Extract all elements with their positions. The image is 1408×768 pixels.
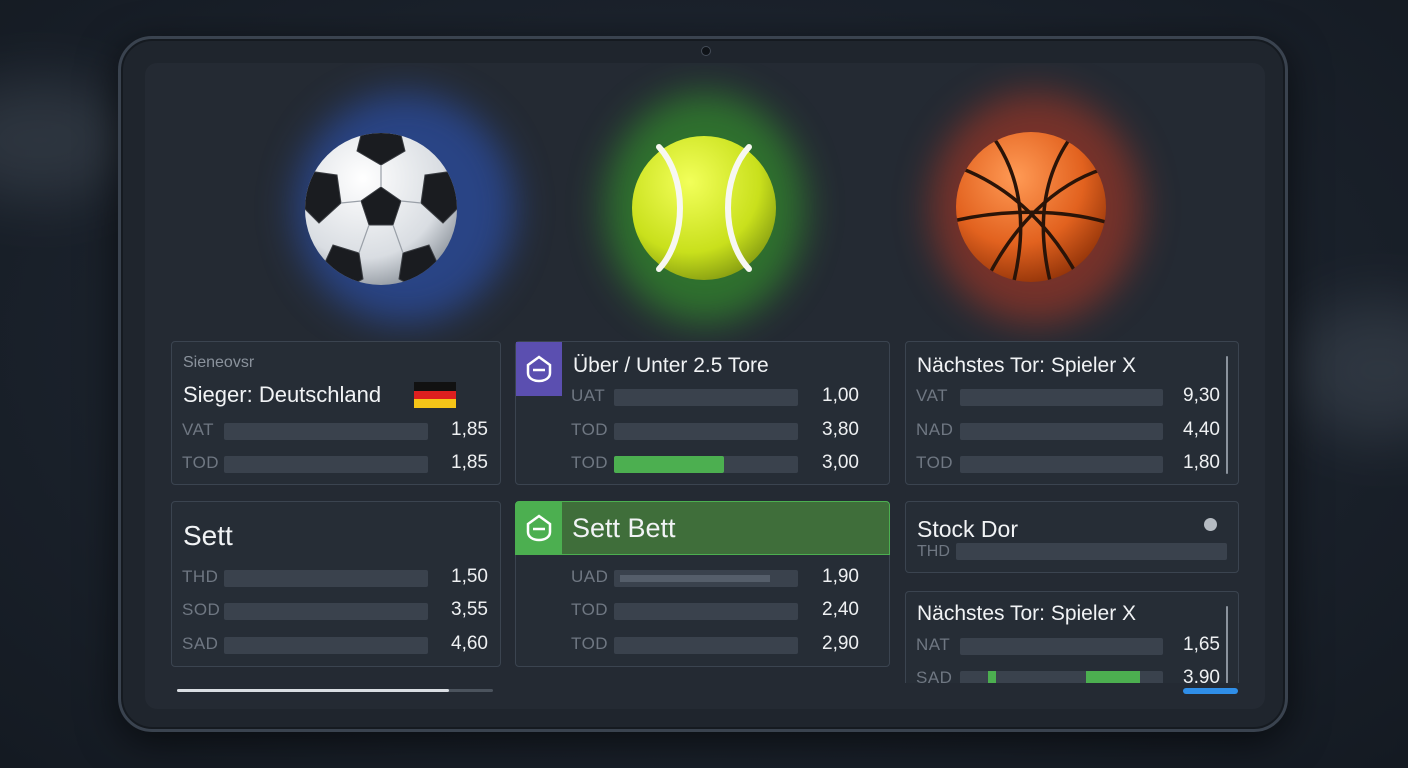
odds-value: 3,55 bbox=[451, 599, 488, 620]
odds-label: UAT bbox=[571, 386, 606, 405]
odds-value: 1,80 bbox=[1183, 452, 1220, 473]
odds-row[interactable]: THD 1,50 bbox=[172, 566, 500, 588]
odds-label: NAT bbox=[916, 635, 951, 654]
odds-bar-inner bbox=[620, 575, 770, 582]
odds-row[interactable]: TOD 2,90 bbox=[516, 633, 889, 655]
odds-bar bbox=[224, 570, 428, 587]
odds-value: 3,00 bbox=[822, 452, 859, 473]
odds-bar bbox=[960, 389, 1163, 406]
soccer-ball-icon[interactable] bbox=[303, 131, 459, 287]
odds-bar bbox=[614, 637, 798, 654]
card-title: Sett Bett bbox=[572, 513, 676, 543]
germany-flag-icon bbox=[414, 382, 456, 408]
odds-bar bbox=[960, 456, 1163, 473]
odds-value: 1,65 bbox=[1183, 634, 1220, 655]
odds-bar bbox=[224, 603, 428, 620]
card-title: Sieger: Deutschland bbox=[183, 382, 382, 407]
odds-value: 1,85 bbox=[451, 419, 488, 440]
bet-card-next-goal[interactable]: Nächstes Tor: Spieler X VAT 9,30 NAD 4,4… bbox=[905, 341, 1239, 485]
odds-bar bbox=[614, 423, 798, 440]
card-title: Über / Unter 2.5 Tore bbox=[573, 354, 769, 377]
bet-card-sett[interactable]: Sett THD 1,50 SOD 3,55 SAD 4,60 bbox=[171, 501, 501, 667]
card-subtitle: Sieneovsr bbox=[183, 354, 255, 371]
bet-card-next-goal-2[interactable]: Nächstes Tor: Spieler X NAT 1,65 SAD 3,9… bbox=[905, 591, 1239, 691]
odds-row[interactable]: UAT 1,00 bbox=[516, 385, 889, 407]
odds-value: 3,80 bbox=[822, 419, 859, 440]
odds-row[interactable]: VAT 9,30 bbox=[906, 385, 1238, 407]
tennis-ball-icon[interactable] bbox=[629, 133, 779, 283]
basketball-icon[interactable] bbox=[953, 129, 1109, 285]
odds-value: 1,90 bbox=[822, 566, 859, 587]
odds-value: 1,85 bbox=[451, 452, 488, 473]
bet-card-sett-bett[interactable]: Sett Bett UAD 1,90 TOD 2,40 TOD 2,90 bbox=[515, 501, 890, 667]
odds-bar bbox=[614, 603, 798, 620]
odds-label: THD bbox=[182, 567, 219, 586]
odds-fill bbox=[614, 456, 725, 473]
horizontal-scrollbar[interactable] bbox=[177, 689, 493, 692]
bet-card-over-under[interactable]: Über / Unter 2.5 Tore UAT 1,00 TOD 3,80 … bbox=[515, 341, 890, 485]
odds-row[interactable]: TOD 1,80 bbox=[906, 452, 1238, 474]
odds-label: TOD bbox=[916, 453, 954, 472]
card-fade bbox=[905, 683, 1239, 709]
odds-row[interactable]: TOD 1,85 bbox=[172, 452, 500, 474]
card-title: Stock Dor bbox=[917, 516, 1018, 542]
odds-row[interactable]: UAD 1,90 bbox=[516, 566, 889, 588]
odds-row[interactable]: SOD 3,55 bbox=[172, 599, 500, 621]
odds-label: SOD bbox=[182, 600, 221, 619]
bet-card-stock-dor[interactable]: Stock Dor THD bbox=[905, 501, 1239, 573]
odds-label: TOD bbox=[571, 453, 609, 472]
bet-card-winner[interactable]: Sieneovsr Sieger: Deutschland VAT 1,85 T… bbox=[171, 341, 501, 485]
odds-value: 4,40 bbox=[1183, 419, 1220, 440]
odds-bar bbox=[960, 423, 1163, 440]
odds-row[interactable]: SAD 4,60 bbox=[172, 633, 500, 655]
card-title: Nächstes Tor: Spieler X bbox=[917, 354, 1137, 377]
odds-bar bbox=[614, 389, 798, 406]
odds-row[interactable]: NAD 4,40 bbox=[906, 419, 1238, 441]
odds-label: VAT bbox=[182, 420, 215, 439]
page-indicator[interactable] bbox=[1183, 688, 1238, 694]
odds-value: 2,40 bbox=[822, 599, 859, 620]
odds-row[interactable]: TOD 3,80 bbox=[516, 419, 889, 441]
odds-bar bbox=[224, 456, 428, 473]
odds-bar bbox=[960, 638, 1163, 655]
card-title: Nächstes Tor: Spieler X bbox=[917, 602, 1137, 625]
odds-row[interactable]: TOD 2,40 bbox=[516, 599, 889, 621]
card-header[interactable]: Sett Bett bbox=[515, 501, 890, 555]
odds-label: VAT bbox=[916, 386, 949, 405]
odds-value: 1,00 bbox=[822, 385, 859, 406]
camera-dot bbox=[701, 46, 711, 56]
odds-row[interactable]: VAT 1,85 bbox=[172, 419, 500, 441]
odds-bar bbox=[224, 423, 428, 440]
odds-label: THD bbox=[917, 543, 950, 560]
tag-icon bbox=[516, 502, 562, 554]
odds-value: 9,30 bbox=[1183, 385, 1220, 406]
odds-bar bbox=[614, 570, 798, 587]
status-dot-icon bbox=[1204, 518, 1217, 531]
odds-row[interactable]: NAT 1,65 bbox=[906, 634, 1238, 656]
odds-bar bbox=[956, 543, 1227, 560]
odds-label: TOD bbox=[571, 420, 609, 439]
odds-label: SAD bbox=[182, 634, 219, 653]
odds-label: TOD bbox=[571, 600, 609, 619]
odds-label: NAD bbox=[916, 420, 954, 439]
scrollbar-thumb[interactable] bbox=[177, 689, 449, 692]
card-title: Sett bbox=[183, 520, 233, 551]
odds-label: UAD bbox=[571, 567, 609, 586]
odds-value: 2,90 bbox=[822, 633, 859, 654]
odds-value: 4,60 bbox=[451, 633, 488, 654]
screen: Sieneovsr Sieger: Deutschland VAT 1,85 T… bbox=[145, 63, 1265, 709]
tablet-frame: Sieneovsr Sieger: Deutschland VAT 1,85 T… bbox=[118, 36, 1288, 732]
odds-label: TOD bbox=[182, 453, 220, 472]
odds-value: 1,50 bbox=[451, 566, 488, 587]
odds-bar bbox=[224, 637, 428, 654]
odds-label: TOD bbox=[571, 634, 609, 653]
odds-row[interactable]: TOD 3,00 bbox=[516, 452, 889, 474]
odds-bar bbox=[614, 456, 798, 473]
